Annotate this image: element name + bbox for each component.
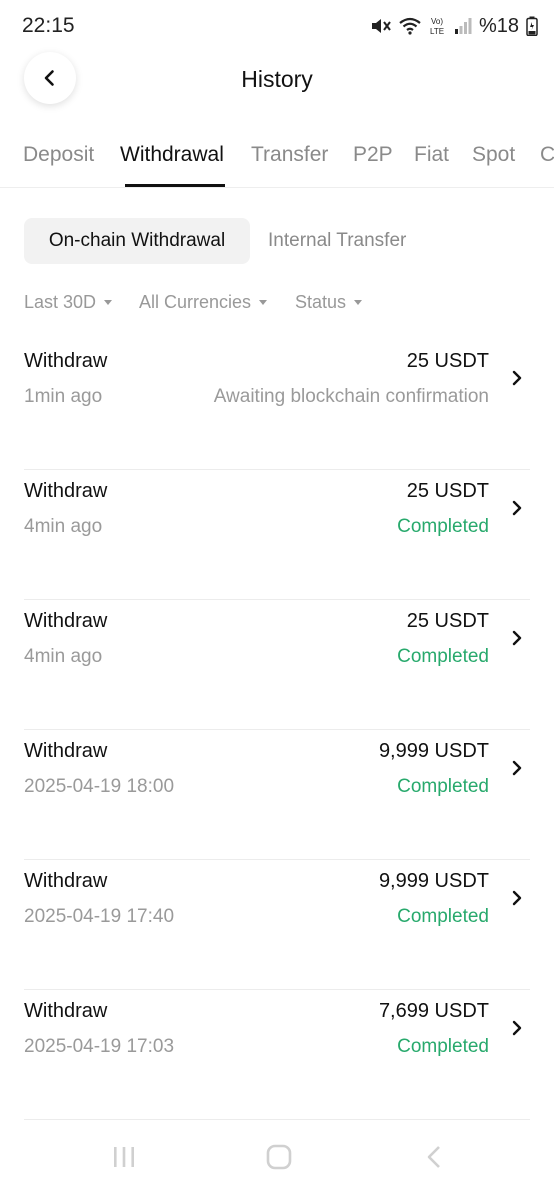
back-icon <box>427 1146 440 1168</box>
system-nav-bar <box>0 1130 554 1200</box>
caret-down-icon <box>354 300 363 305</box>
tab-p2p[interactable]: P2P <box>353 143 393 167</box>
battery-level: %18 <box>478 14 519 37</box>
tab-more[interactable]: C <box>540 143 554 167</box>
row-time: 4min ago <box>24 516 103 537</box>
status-time: 22:15 <box>22 14 75 37</box>
status-bar: 22:15 Vo) LTE %18 <box>0 0 554 52</box>
row-status: Completed <box>397 1036 489 1057</box>
row-amount: 25 USDT <box>406 350 489 372</box>
row-status: Completed <box>397 646 489 667</box>
filter-period[interactable]: Last 30D <box>24 292 113 313</box>
subtab-internal-transfer[interactable]: Internal Transfer <box>268 218 406 264</box>
home-button[interactable] <box>265 1144 293 1175</box>
list-item[interactable]: Withdraw 1min ago 25 USDT Awaiting block… <box>24 340 530 470</box>
battery-icon <box>526 16 538 36</box>
row-time: 1min ago <box>24 386 103 407</box>
chevron-right-icon <box>512 500 522 516</box>
tab-spot[interactable]: Spot <box>472 143 515 167</box>
screen: 22:15 Vo) LTE %18 History Deposit Withdr… <box>0 0 554 1200</box>
row-time: 4min ago <box>24 646 103 667</box>
page-title: History <box>241 66 313 92</box>
row-amount: 7,699 USDT <box>378 1000 489 1022</box>
row-type: Withdraw <box>24 870 108 892</box>
row-type: Withdraw <box>24 740 108 762</box>
filter-status[interactable]: Status <box>295 292 363 313</box>
tab-fiat[interactable]: Fiat <box>414 143 449 167</box>
system-back-button[interactable] <box>422 1144 446 1175</box>
tab-withdrawal[interactable]: Withdrawal <box>120 143 224 167</box>
row-status: Completed <box>397 776 489 797</box>
row-type: Withdraw <box>24 610 108 632</box>
svg-text:Vo): Vo) <box>431 17 443 26</box>
mute-icon <box>369 15 391 37</box>
list-item[interactable]: Withdraw 2025-04-19 17:40 9,999 USDT Com… <box>24 860 530 990</box>
recent-apps-icon <box>114 1147 134 1167</box>
row-status: Awaiting blockchain confirmation <box>213 386 489 407</box>
row-amount: 9,999 USDT <box>378 740 489 762</box>
home-icon <box>266 1144 292 1170</box>
tab-transfer[interactable]: Transfer <box>251 143 328 167</box>
row-time: 2025-04-19 17:03 <box>24 1036 175 1057</box>
filter-status-label: Status <box>295 292 347 312</box>
filter-currency[interactable]: All Currencies <box>139 292 268 313</box>
tab-deposit[interactable]: Deposit <box>23 143 94 167</box>
caret-down-icon <box>104 300 113 305</box>
wifi-icon <box>398 16 422 36</box>
row-amount: 25 USDT <box>406 480 489 502</box>
list-item[interactable]: Withdraw 4min ago 25 USDT Completed <box>24 600 530 730</box>
volte-icon: Vo) LTE <box>429 15 447 37</box>
row-type: Withdraw <box>24 480 108 502</box>
divider <box>24 1119 530 1120</box>
row-status: Completed <box>397 906 489 927</box>
row-amount: 9,999 USDT <box>378 870 489 892</box>
row-amount: 25 USDT <box>406 610 489 632</box>
chevron-right-icon <box>512 1020 522 1036</box>
active-tab-indicator <box>125 184 225 187</box>
row-time: 2025-04-19 17:40 <box>24 906 175 927</box>
list-item[interactable]: Withdraw 4min ago 25 USDT Completed <box>24 470 530 600</box>
main-tabs: Deposit Withdrawal Transfer P2P Fiat Spo… <box>0 128 554 188</box>
caret-down-icon <box>259 300 268 305</box>
status-icons: Vo) LTE %18 <box>369 12 538 40</box>
list-item[interactable]: Withdraw 2025-04-19 18:00 9,999 USDT Com… <box>24 730 530 860</box>
row-status: Completed <box>397 516 489 537</box>
filter-period-label: Last 30D <box>24 292 97 312</box>
chevron-right-icon <box>512 890 522 906</box>
row-time: 2025-04-19 18:00 <box>24 776 175 797</box>
signal-icon <box>454 17 472 35</box>
recent-apps-button[interactable] <box>110 1144 138 1175</box>
subtab-on-chain-withdrawal[interactable]: On-chain Withdrawal <box>24 218 250 264</box>
chevron-right-icon <box>512 760 522 776</box>
row-type: Withdraw <box>24 1000 108 1022</box>
list-item[interactable]: Withdraw 2025-04-19 17:03 7,699 USDT Com… <box>24 990 530 1120</box>
chevron-right-icon <box>512 370 522 386</box>
svg-text:LTE: LTE <box>430 27 444 36</box>
header: History <box>0 52 554 106</box>
chevron-right-icon <box>512 630 522 646</box>
filter-currency-label: All Currencies <box>139 292 252 312</box>
row-type: Withdraw <box>24 350 108 372</box>
